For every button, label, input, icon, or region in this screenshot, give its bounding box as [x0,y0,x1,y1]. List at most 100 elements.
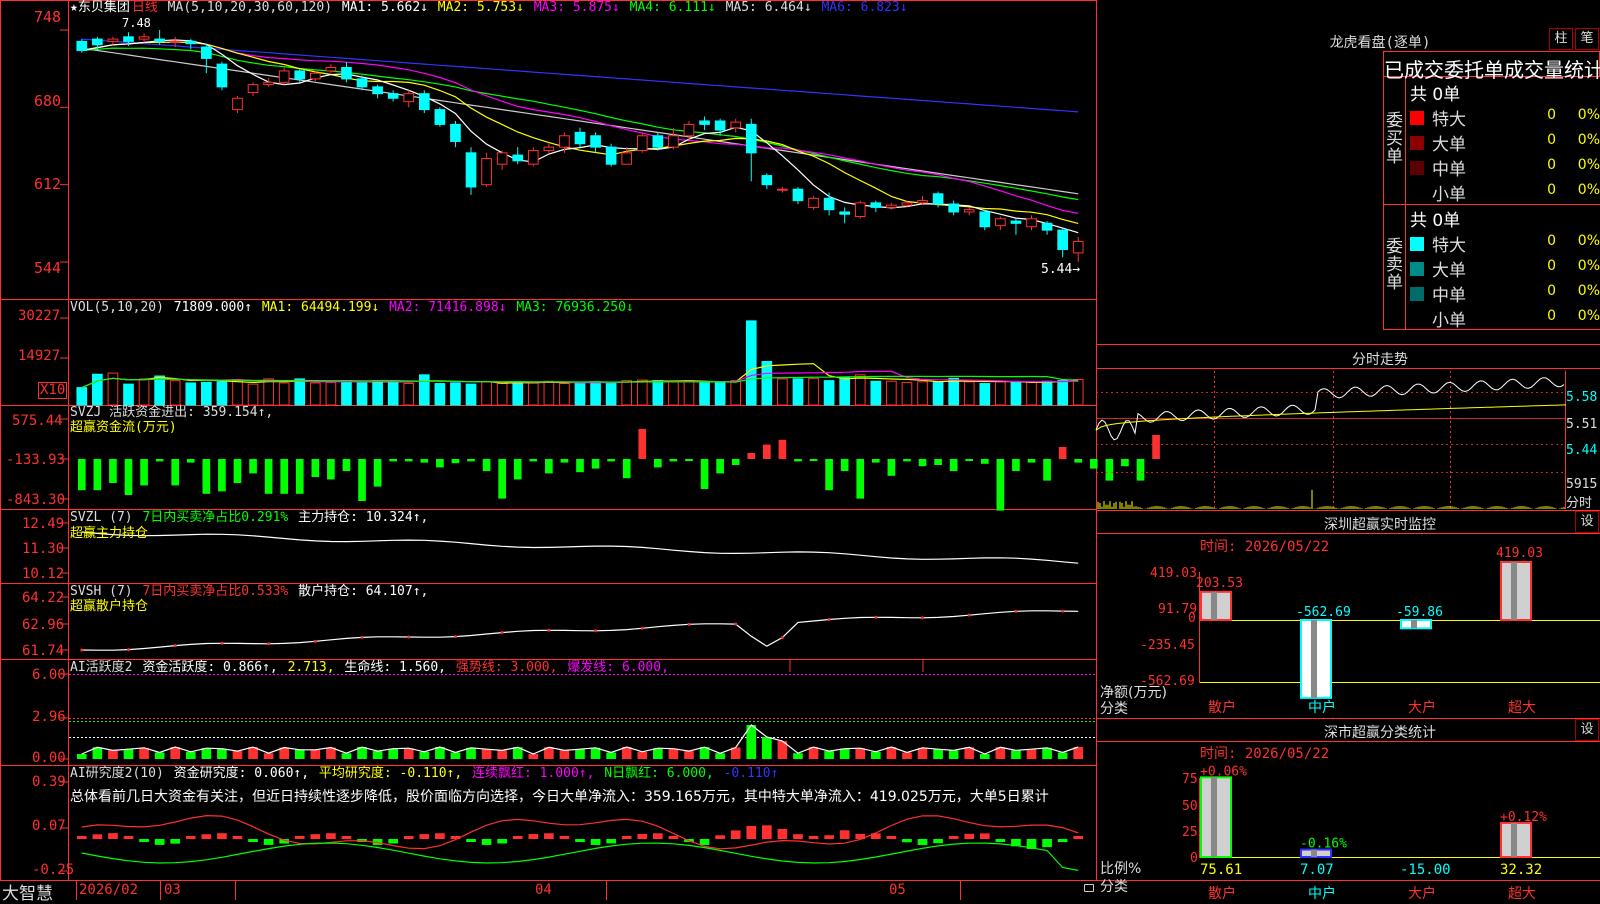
volume-bar [434,383,446,406]
activity-bar [870,751,881,759]
ai1-lifeline: 生命线: 1.560, [344,660,447,675]
activity-bar [575,749,585,759]
tick-mode-button[interactable]: 笔 [1575,28,1599,50]
research-bar [590,839,601,845]
volume-bar [450,382,461,406]
research-bar [341,836,352,839]
volume-bar [263,378,274,406]
research-bar [217,833,227,839]
activity-bar [154,752,165,759]
retail-dot [360,635,364,639]
flow-bar [77,459,86,491]
research-bar [964,833,975,839]
volume-bar [341,380,352,406]
volume-bar [481,381,492,406]
research-bar [839,830,850,839]
sz-class-settings-button[interactable]: 设 [1575,719,1599,741]
candle-body [574,131,586,145]
activity-bar [559,750,570,759]
research-bar [715,835,725,839]
candle-body [605,146,617,165]
candle-body [465,152,477,188]
chart-svg[interactable]: 203.53散户-562.69中户-59.86大户419.03超大+0.06%7… [0,0,1600,902]
class-bar-shade [1211,777,1217,857]
candle-body [325,67,337,72]
bar-mode-button[interactable]: 柱 [1549,28,1573,50]
row-pct: 0% [1577,107,1600,123]
svsh-header: SVSH (7) 7日内买卖净占比0.533% 散户持仓: 64.107↑, [70,584,430,600]
svzl-label: SVZL (7) [70,510,133,525]
research-bar [466,839,476,842]
activity-bar [917,747,928,759]
sz-monitor-title: 深圳超赢实时监控 [1324,517,1436,533]
dragon-subtitle: 已成交委托单成交量统计 [1384,58,1600,82]
candle-body [590,135,601,148]
class-value-label: 32.32 [1500,862,1542,878]
holding-line [81,531,1079,564]
sz-class-tick: 50 [1182,799,1198,814]
candle-body [341,67,352,80]
candle-body [138,36,150,40]
period-label[interactable]: 日线 [132,0,158,15]
sz-monitor-settings-button[interactable]: 设 [1575,511,1599,533]
flow-bar [700,459,709,489]
candle-body [932,193,944,205]
candle-body [963,209,975,213]
research-bar [139,839,149,842]
flow-bar [171,459,180,486]
research-bar [154,839,165,845]
retail-dot [173,644,177,648]
retail-dot [827,617,831,621]
activity-bar [372,751,383,759]
row-name: 特大 [1432,110,1466,130]
class-bar-shade [1511,822,1517,857]
flow-bar [980,459,989,464]
monitor-category-label: 大户 [1408,699,1436,716]
volume-bar [154,375,165,406]
sz-monitor-tick: -235.45 [1140,638,1195,653]
class-value-label: 75.61 [1200,862,1242,878]
research-bar [762,825,772,839]
volume-bar [1010,381,1022,406]
monitor-value-label: -562.69 [1296,605,1351,620]
volume-bar [605,381,617,406]
flow-bar [794,459,802,462]
research-bar [746,825,757,839]
activity-bar [201,748,212,759]
svsh-tick-label: 62.96 [22,617,65,633]
class-category-label: 大户 [1408,885,1436,900]
volume-bar [278,382,290,406]
buy-row-super: 特大 0 0% [1406,105,1600,130]
activity-bar [684,751,694,759]
stock-chart-window: 203.53 散户 -562.69 中户 -59.86 大户 419.03 超大 +0.06% 7… [0,0,1600,904]
research-avg-line [81,814,1079,850]
panel-frames [0,0,1600,900]
research-bar [419,834,430,839]
row-name: 中单 [1432,160,1466,180]
flow-bar [654,459,662,468]
flow-bar [607,459,615,462]
retail-dot [687,622,691,626]
retail-dot [547,628,551,632]
research-bar [201,834,212,839]
flow-bar [1058,447,1067,459]
research-bar [1073,836,1084,839]
svzl-tick-label: 12.49 [22,516,65,532]
activity-bar [1057,752,1068,759]
volume-bar [216,381,228,406]
lock-icon[interactable] [1084,884,1094,892]
color-swatch [1410,262,1424,276]
volume-bar [76,387,88,406]
activity-bar [497,750,507,759]
brand-label[interactable]: 大智慧 [2,879,53,904]
candle-body [761,175,773,186]
activity-bar [855,748,866,759]
volume-bar [854,374,866,406]
volume-bar [761,361,773,406]
buy-total: 共 0单 [1410,85,1461,105]
activity-bar [606,752,616,759]
stock-name[interactable]: ★东贝集团 [70,0,130,15]
intraday-title[interactable]: 分时走势 [1280,349,1480,369]
flow-bar [825,459,833,491]
activity-bar [310,749,321,759]
